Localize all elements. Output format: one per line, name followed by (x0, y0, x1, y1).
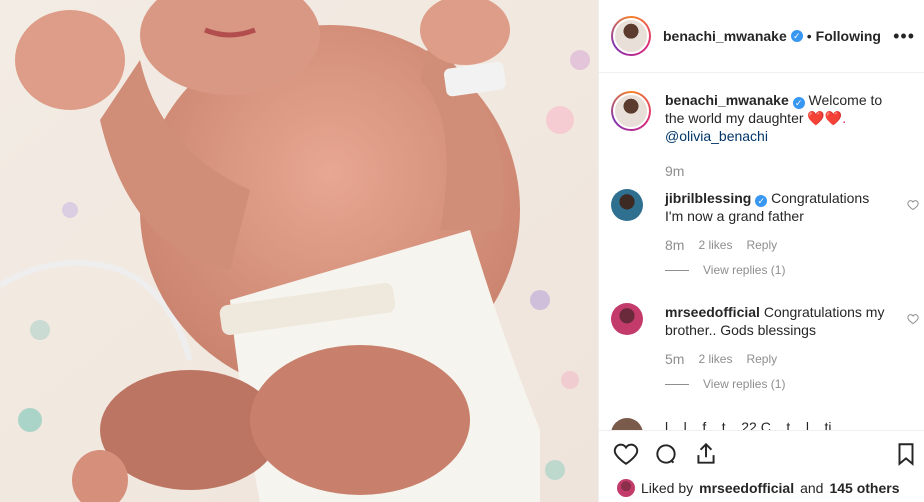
separator-dot: • (806, 28, 812, 44)
comment-text: l... l... f... t... 22 C... t... l... ti… (665, 419, 844, 430)
replies-divider (665, 383, 689, 385)
verified-badge-icon: ✓ (755, 195, 768, 207)
replies-divider (665, 269, 689, 271)
baby-photo-illustration (0, 0, 598, 502)
caption-emoji: ❤️❤️. (807, 110, 847, 126)
post-actions-footer: Liked by mrseedofficial and 145 others (599, 430, 924, 502)
reply-button[interactable]: Reply (746, 352, 777, 366)
commenter-avatar[interactable] (611, 303, 643, 335)
heart-icon[interactable] (907, 199, 919, 211)
comment-icon[interactable] (653, 441, 679, 467)
author-avatar[interactable] (611, 16, 651, 56)
liked-user[interactable]: mrseedofficial (699, 480, 794, 496)
caption-mention-link[interactable]: @olivia_benachi (665, 128, 768, 144)
view-replies-button[interactable]: View replies (1) (703, 263, 785, 277)
comment-time[interactable]: 8m (665, 237, 684, 253)
reply-button[interactable]: Reply (746, 238, 777, 252)
following-button[interactable]: Following (816, 27, 881, 45)
verified-badge-icon: ✓ (790, 30, 803, 42)
view-replies-button[interactable]: View replies (1) (703, 377, 785, 391)
comment-likes[interactable]: 2 likes (698, 238, 732, 252)
commenter-username[interactable]: jibrilblessing (665, 190, 751, 206)
caption-author-username[interactable]: benachi_mwanake (665, 92, 789, 108)
bookmark-icon[interactable] (893, 441, 919, 467)
comment-likes[interactable]: 2 likes (698, 352, 732, 366)
liked-prefix: Liked by (641, 480, 694, 496)
post-header: benachi_mwanake ✓ • Following ••• (599, 0, 924, 73)
verified-badge-icon: ✓ (792, 97, 805, 109)
heart-icon[interactable] (907, 313, 919, 325)
comments-section[interactable]: benachi_mwanake ✓ Welcome to the world m… (599, 73, 924, 430)
likes-summary: Liked by mrseedofficial and 145 others (617, 479, 900, 497)
caption-text-block: benachi_mwanake ✓ Welcome to the world m… (665, 91, 891, 145)
liked-by-avatar[interactable] (617, 479, 635, 497)
comment-time[interactable]: 5m (665, 351, 684, 367)
heart-icon[interactable] (613, 441, 639, 467)
commenter-avatar[interactable] (611, 418, 643, 430)
share-icon[interactable] (693, 441, 719, 467)
post-side-panel: benachi_mwanake ✓ • Following ••• benach… (598, 0, 924, 502)
commenter-avatar[interactable] (611, 189, 643, 221)
author-username[interactable]: benachi_mwanake (663, 28, 787, 44)
caption-author-avatar[interactable] (611, 91, 651, 131)
liked-others[interactable]: 145 others (829, 480, 899, 496)
commenter-username[interactable]: mrseedofficial (665, 304, 760, 320)
liked-and: and (800, 480, 824, 496)
post-photo[interactable] (0, 0, 598, 502)
caption-time[interactable]: 9m (665, 163, 891, 179)
more-dots-icon[interactable]: ••• (893, 26, 915, 47)
